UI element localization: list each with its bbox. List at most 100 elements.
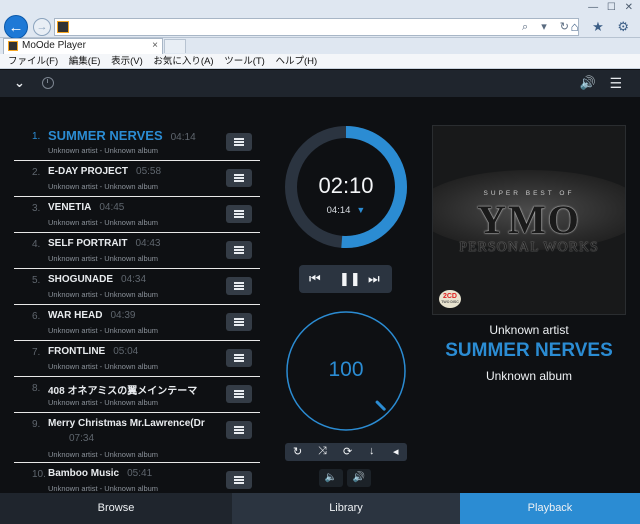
volume-down-button[interactable]: 🔈 — [319, 469, 343, 487]
track-title: SUMMER NERVES — [48, 128, 163, 143]
tab-playback[interactable]: Playback — [460, 493, 640, 524]
track-menu-button[interactable] — [226, 385, 252, 403]
track-number: 1. — [32, 131, 41, 142]
menu-bars-icon — [234, 213, 244, 215]
volume-icon[interactable]: 🔊 — [580, 75, 596, 91]
tab-close-icon[interactable]: × — [152, 39, 158, 53]
track-duration: 07:34 — [69, 433, 95, 444]
menu-bars-icon — [234, 432, 244, 434]
playlist-item[interactable]: 8. 408 オネアミスの翼メインテーマ Unknown artist - Unkn… — [14, 377, 260, 413]
playlist-item[interactable]: 1. SUMMER NERVES 04:14 Unknown artist - Unk… — [14, 125, 260, 161]
playlist-item[interactable]: 7. FRONTLINE 05:04 Unknown artist - Unknown… — [14, 341, 260, 377]
menu-bars-icon — [234, 138, 244, 140]
track-menu-button[interactable] — [226, 277, 252, 295]
menu-tools[interactable]: ツール(T) — [224, 56, 265, 67]
repeat-button[interactable]: ↻ — [293, 445, 302, 458]
hamburger-menu-icon[interactable]: ☰ — [609, 76, 622, 90]
track-artist-album: Unknown artist - Unknown album — [48, 362, 159, 371]
playlist-item[interactable]: 10. Bamboo Music 05:41 Unknown artist - Unk… — [14, 463, 260, 493]
track-number: 5. — [32, 275, 41, 286]
track-title-line: SELF PORTRAIT 04:43 — [48, 238, 160, 249]
playlist-item[interactable]: 6. WAR HEAD 04:39 Unknown artist - Unknown … — [14, 305, 260, 341]
elapsed-time: 02:10 — [318, 173, 374, 198]
track-number: 2. — [32, 167, 41, 178]
shuffle-button[interactable]: ⤨ — [318, 445, 327, 458]
track-title-line: VENETIA 04:45 — [48, 202, 124, 213]
browser-tab[interactable]: MoOde Player × — [3, 38, 163, 54]
pause-button[interactable]: ❚❚ — [339, 271, 361, 287]
volume-buttons: 🔈 🔊 — [319, 469, 373, 487]
browser-icons[interactable]: ⌂ ★ ⚙ — [571, 19, 634, 35]
playback-options: ↻ ⤨ ⟳ ↓ ◂ — [285, 443, 407, 461]
track-menu-button[interactable] — [226, 313, 252, 331]
menu-bars-icon — [234, 482, 244, 484]
track-duration: 05:41 — [127, 468, 153, 479]
menu-bars-icon — [234, 390, 244, 392]
track-artist-album: Unknown artist - Unknown album — [48, 254, 159, 263]
tab-favicon-icon — [8, 41, 18, 51]
tab-browse[interactable]: Browse — [0, 493, 232, 524]
menu-view[interactable]: 表示(V) — [111, 56, 143, 67]
progress-knob[interactable]: 02:10 04:14 ▼ — [284, 125, 408, 249]
next-button[interactable]: ⏭ — [368, 271, 380, 287]
chevron-down-icon[interactable]: ⌄ — [14, 75, 25, 91]
download-button[interactable]: ↓ — [369, 445, 375, 457]
address-bar[interactable]: ⌕ ▾ ↻ — [54, 18, 579, 36]
menu-file[interactable]: ファイル(F) — [8, 56, 58, 67]
track-duration: 05:58 — [136, 166, 162, 177]
menu-bars-icon — [234, 210, 244, 212]
back-button[interactable]: ← — [4, 15, 28, 39]
volume-knob[interactable]: 100 — [285, 310, 407, 432]
volume-up-button[interactable]: 🔊 — [347, 469, 371, 487]
track-title: 408 オネアミスの翼メインテーマ — [48, 386, 198, 397]
total-time[interactable]: 04:14 ▼ — [284, 205, 408, 216]
clock-icon[interactable] — [42, 77, 54, 89]
track-menu-button[interactable] — [226, 471, 252, 489]
track-title-line: WAR HEAD 04:39 — [48, 310, 135, 321]
track-title: Merry Christmas Mr.Lawrence(Dr — [48, 418, 205, 429]
previous-button[interactable]: ⏮ — [309, 271, 321, 287]
track-menu-button[interactable] — [226, 169, 252, 187]
track-duration: 04:14 — [170, 132, 196, 143]
track-menu-button[interactable] — [226, 241, 252, 259]
consume-button[interactable]: ⟳ — [343, 445, 352, 458]
tab-library[interactable]: Library — [232, 493, 460, 524]
track-title-line: E-DAY PROJECT 05:58 — [48, 166, 161, 177]
menu-bar: ファイル(F) 編集(E) 表示(V) お気に入り(A) ツール(T) ヘルプ(… — [0, 54, 640, 69]
volume-value: 100 — [328, 358, 364, 381]
track-menu-button[interactable] — [226, 133, 252, 151]
track-number: 9. — [32, 419, 41, 430]
menu-help[interactable]: ヘルプ(H) — [276, 56, 318, 67]
caret-down-icon[interactable]: ▼ — [356, 205, 365, 215]
forward-button[interactable]: → — [33, 18, 51, 36]
track-menu-button[interactable] — [226, 205, 252, 223]
track-duration: 04:34 — [121, 274, 147, 285]
more-button[interactable]: ◂ — [393, 445, 399, 458]
track-menu-button[interactable] — [226, 349, 252, 367]
playlist-item[interactable]: 9. Merry Christmas Mr.Lawrence(Dr 07:34 Unk… — [14, 413, 260, 463]
track-title-line: Bamboo Music 05:41 — [48, 468, 152, 479]
track-menu-button[interactable] — [226, 421, 252, 439]
album-cover[interactable]: SUPER BEST OF YMO PERSONAL WORKS 2CD TWO … — [432, 125, 626, 315]
window-controls[interactable]: — ☐ ✕ — [588, 2, 636, 13]
menu-bars-icon — [234, 288, 244, 290]
track-number: 10. — [32, 469, 46, 480]
track-title-line: FRONTLINE 05:04 — [48, 346, 138, 357]
now-playing-title: SUMMER NERVES — [445, 340, 613, 361]
playlist-item[interactable]: 4. SELF PORTRAIT 04:43 Unknown artist - Unk… — [14, 233, 260, 269]
track-title-line: SHOGUNADE 04:34 — [48, 274, 146, 285]
menu-bars-icon — [234, 174, 244, 176]
menu-favorites[interactable]: お気に入り(A) — [153, 56, 213, 67]
menu-bars-icon — [234, 177, 244, 179]
track-artist-album: Unknown artist - Unknown album — [48, 218, 159, 227]
cover-logo: YMO — [477, 197, 581, 242]
menu-edit[interactable]: 編集(E) — [69, 56, 101, 67]
track-number: 7. — [32, 347, 41, 358]
new-tab-button[interactable] — [164, 39, 186, 53]
playlist-item[interactable]: 5. SHOGUNADE 04:34 Unknown artist - Unknown… — [14, 269, 260, 305]
track-artist-album: Unknown artist - Unknown album — [48, 450, 159, 459]
playlist-item[interactable]: 2. E-DAY PROJECT 05:58 Unknown artist - Unk… — [14, 161, 260, 197]
playlist-item[interactable]: 3. VENETIA 04:45 Unknown artist - Unknown a… — [14, 197, 260, 233]
address-tools[interactable]: ⌕ ▾ ↻ — [522, 20, 574, 34]
total-time-value: 04:14 — [326, 205, 351, 216]
